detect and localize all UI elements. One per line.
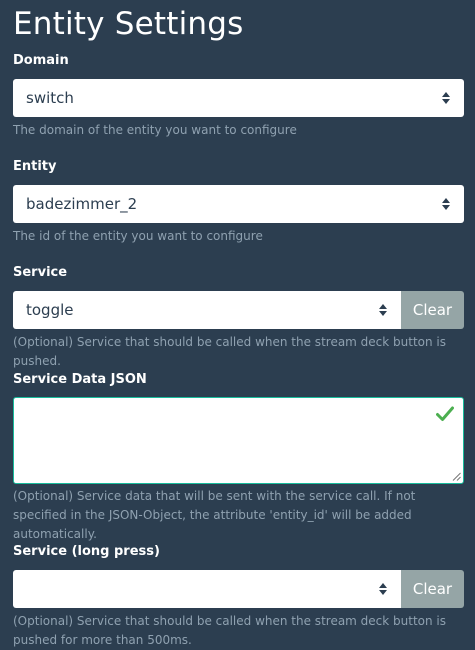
resize-grip-icon[interactable]	[452, 472, 461, 481]
domain-label: Domain	[13, 53, 69, 68]
select-arrows-icon	[379, 583, 387, 595]
service-help: (Optional) Service that should be called…	[13, 335, 447, 368]
service-label: Service	[13, 265, 68, 280]
select-arrows-icon	[379, 304, 387, 316]
entity-help: The id of the entity you want to configu…	[13, 229, 263, 243]
entity-label: Entity	[13, 159, 57, 174]
service-data-label: Service Data JSON	[13, 372, 147, 387]
service-data-textarea[interactable]	[13, 397, 464, 484]
domain-help: The domain of the entity you want to con…	[13, 123, 297, 137]
service-select[interactable]: toggle	[13, 291, 401, 329]
service-select-value: toggle	[26, 301, 74, 319]
service-long-label: Service (long press)	[13, 544, 160, 559]
valid-check-icon	[436, 406, 454, 421]
service-data-help: (Optional) Service data that will be sen…	[13, 489, 416, 541]
select-arrows-icon	[442, 198, 450, 210]
entity-select-value: badezimmer_2	[26, 195, 138, 213]
entity-select[interactable]: badezimmer_2	[13, 185, 464, 223]
domain-select[interactable]: switch	[13, 79, 464, 117]
select-arrows-icon	[442, 92, 450, 104]
service-long-select[interactable]	[13, 570, 401, 608]
page-title: Entity Settings	[13, 6, 244, 42]
service-clear-button[interactable]: Clear	[401, 291, 464, 329]
domain-select-value: switch	[26, 89, 74, 107]
service-long-help: (Optional) Service that should be called…	[13, 614, 447, 647]
service-long-clear-button[interactable]: Clear	[401, 570, 464, 608]
